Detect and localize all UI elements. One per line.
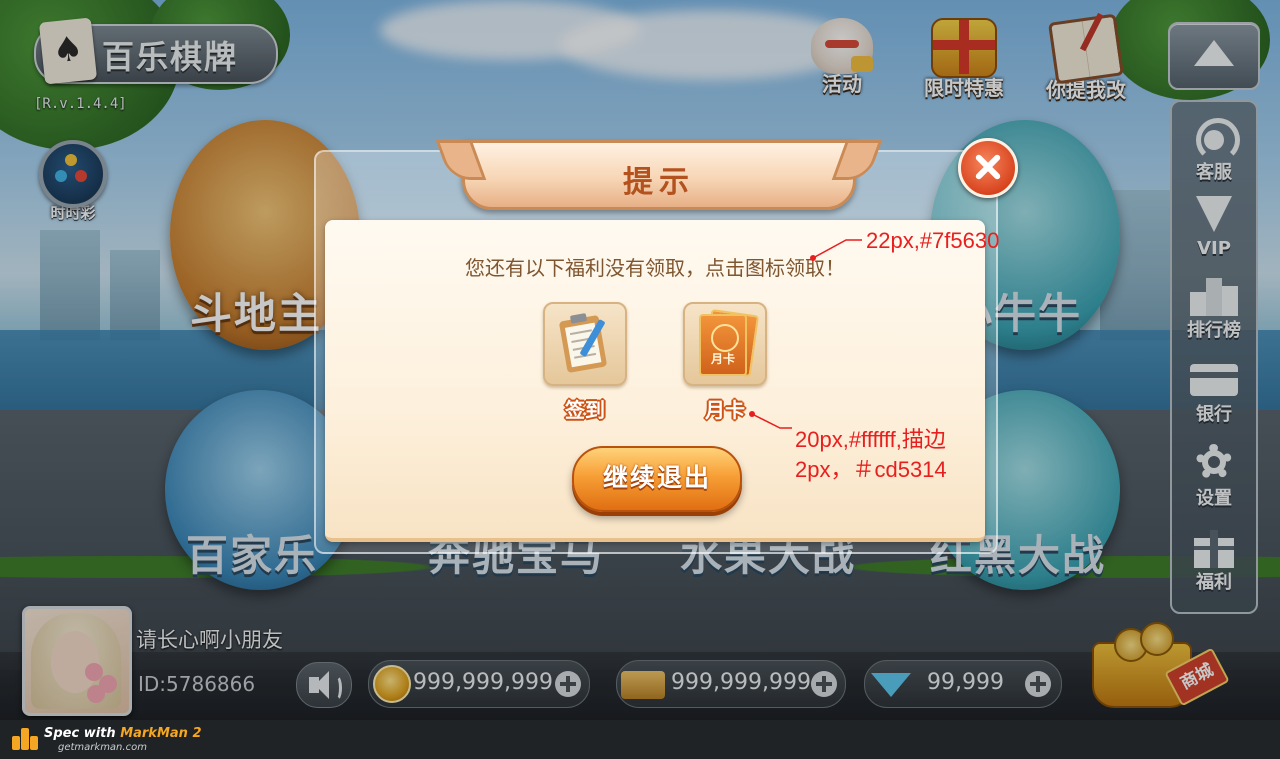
annotation-label-spec-2: 2px，＃cd5314	[795, 457, 947, 482]
dialog-message: 您还有以下福利没有领取，点击图标领取！	[465, 256, 845, 280]
markman-footer: Spec with MarkMan 2 getmarkman.com	[0, 720, 1280, 759]
annotation-message-spec: 22px,#7f5630	[866, 228, 1000, 253]
markman-url: getmarkman.com	[58, 742, 147, 753]
dialog-title: 提示	[623, 165, 695, 200]
monthly-card-icon: 月卡	[683, 302, 767, 386]
clipboard-checkin-icon	[543, 302, 627, 386]
reward-checkin-button[interactable]: 签到	[543, 302, 627, 423]
markman-logo-icon	[12, 728, 38, 750]
annotation-label-spec-1: 20px,#ffffff,描边	[795, 427, 946, 452]
continue-exit-label: 继续退出	[602, 463, 711, 492]
reward-label: 月卡	[705, 398, 745, 422]
markman-title: Spec with MarkMan 2	[44, 726, 202, 741]
annotation-dot	[749, 411, 755, 417]
reward-monthly-card-button[interactable]: 月卡 月卡	[683, 302, 767, 423]
annotation-dot	[810, 255, 816, 261]
close-icon[interactable]	[958, 138, 1018, 198]
dialog-title-plate: 提示	[462, 140, 856, 210]
reward-label: 签到	[565, 398, 605, 422]
continue-exit-button[interactable]: 继续退出	[572, 446, 742, 512]
card-text: 月卡	[710, 352, 735, 366]
